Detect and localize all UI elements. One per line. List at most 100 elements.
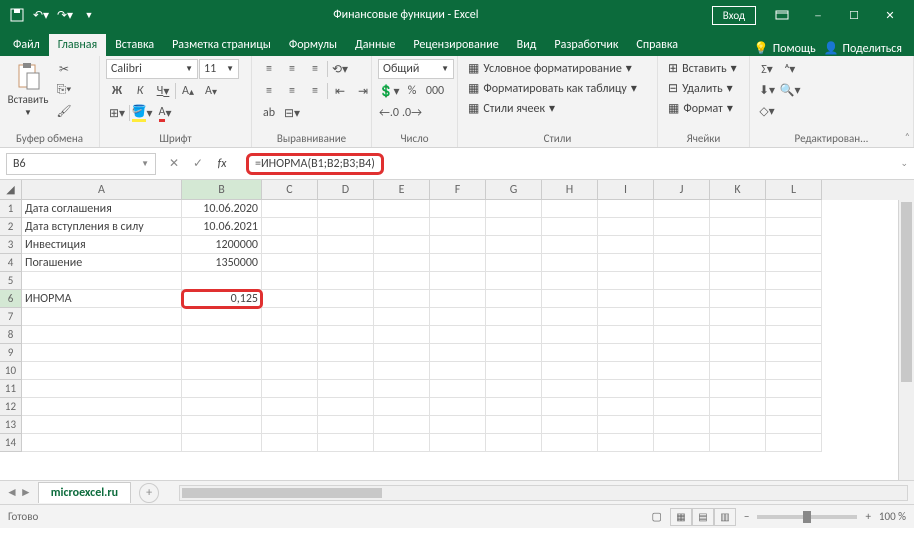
cell[interactable] bbox=[486, 200, 542, 218]
cell[interactable] bbox=[430, 200, 486, 218]
cell[interactable] bbox=[542, 344, 598, 362]
conditional-formatting-button[interactable]: ▦Условное форматирование▾ bbox=[464, 59, 636, 78]
minimize-button[interactable]: ─ bbox=[800, 0, 836, 30]
cell[interactable] bbox=[22, 398, 182, 416]
zoom-slider[interactable] bbox=[757, 515, 857, 519]
cell[interactable] bbox=[710, 308, 766, 326]
align-right-button[interactable]: ≡ bbox=[304, 81, 326, 101]
row-header[interactable]: 13 bbox=[0, 416, 22, 434]
fill-button[interactable]: ⬇▾ bbox=[756, 80, 778, 100]
cell[interactable] bbox=[710, 272, 766, 290]
col-header-K[interactable]: K bbox=[710, 180, 766, 200]
cell[interactable] bbox=[766, 344, 822, 362]
col-header-C[interactable]: C bbox=[262, 180, 318, 200]
cell[interactable] bbox=[430, 344, 486, 362]
cell[interactable] bbox=[654, 434, 710, 452]
cell[interactable] bbox=[542, 308, 598, 326]
zoom-out-button[interactable]: − bbox=[744, 510, 749, 523]
insert-cells-button[interactable]: ⊞Вставить▾ bbox=[664, 59, 741, 78]
cell[interactable] bbox=[374, 326, 430, 344]
cell[interactable] bbox=[262, 254, 318, 272]
cell[interactable] bbox=[542, 236, 598, 254]
zoom-level[interactable]: 100 % bbox=[879, 510, 906, 523]
cell[interactable] bbox=[318, 308, 374, 326]
name-box[interactable]: B6▼ bbox=[6, 153, 156, 175]
cell[interactable] bbox=[430, 308, 486, 326]
align-left-button[interactable]: ≡ bbox=[258, 81, 280, 101]
cell[interactable]: ИНОРМА bbox=[22, 290, 182, 308]
cell[interactable] bbox=[262, 416, 318, 434]
underline-button[interactable]: Ч▾ bbox=[152, 81, 174, 101]
cell[interactable]: 1350000 bbox=[182, 254, 262, 272]
tab-review[interactable]: Рецензирование bbox=[404, 34, 507, 56]
cell[interactable] bbox=[486, 290, 542, 308]
page-break-view-button[interactable]: ▥ bbox=[714, 508, 736, 526]
cell[interactable] bbox=[766, 236, 822, 254]
cell[interactable] bbox=[654, 254, 710, 272]
cell[interactable]: Погашение bbox=[22, 254, 182, 272]
cell[interactable] bbox=[598, 254, 654, 272]
cell[interactable] bbox=[710, 218, 766, 236]
add-sheet-button[interactable]: + bbox=[139, 483, 159, 503]
cell[interactable] bbox=[22, 326, 182, 344]
row-header[interactable]: 4 bbox=[0, 254, 22, 272]
row-header[interactable]: 9 bbox=[0, 344, 22, 362]
cell[interactable] bbox=[182, 434, 262, 452]
close-button[interactable]: ✕ bbox=[872, 0, 908, 30]
cell[interactable] bbox=[654, 326, 710, 344]
cell[interactable]: Дата вступления в силу bbox=[22, 218, 182, 236]
cell[interactable]: 0,125 bbox=[182, 290, 262, 308]
cell[interactable] bbox=[182, 344, 262, 362]
cell[interactable] bbox=[430, 290, 486, 308]
cell[interactable] bbox=[654, 218, 710, 236]
cell[interactable] bbox=[710, 326, 766, 344]
cell[interactable] bbox=[374, 416, 430, 434]
cell[interactable] bbox=[542, 434, 598, 452]
cell[interactable] bbox=[710, 254, 766, 272]
paste-button[interactable]: Вставить▼ bbox=[6, 59, 50, 120]
cell[interactable] bbox=[262, 290, 318, 308]
cell[interactable] bbox=[598, 200, 654, 218]
col-header-I[interactable]: I bbox=[598, 180, 654, 200]
cell[interactable] bbox=[486, 326, 542, 344]
cell[interactable] bbox=[318, 362, 374, 380]
cell[interactable] bbox=[262, 398, 318, 416]
zoom-in-button[interactable]: + bbox=[865, 510, 870, 523]
cell[interactable] bbox=[654, 308, 710, 326]
cell[interactable]: Инвестиция bbox=[22, 236, 182, 254]
cut-button[interactable]: ✂ bbox=[53, 59, 75, 79]
cell[interactable] bbox=[766, 272, 822, 290]
cell[interactable] bbox=[542, 290, 598, 308]
cell[interactable] bbox=[766, 254, 822, 272]
cell[interactable] bbox=[542, 200, 598, 218]
cell[interactable] bbox=[262, 200, 318, 218]
cell[interactable] bbox=[374, 272, 430, 290]
borders-button[interactable]: ⊞▾ bbox=[106, 103, 128, 123]
cell[interactable] bbox=[598, 272, 654, 290]
cell[interactable] bbox=[654, 416, 710, 434]
cell[interactable] bbox=[598, 362, 654, 380]
col-header-L[interactable]: L bbox=[766, 180, 822, 200]
fill-color-button[interactable]: 🪣▾ bbox=[131, 103, 153, 123]
cell[interactable] bbox=[318, 380, 374, 398]
cell[interactable] bbox=[542, 362, 598, 380]
tab-insert[interactable]: Вставка bbox=[106, 34, 163, 56]
wrap-text-button[interactable]: ab bbox=[258, 103, 280, 123]
cell[interactable] bbox=[374, 236, 430, 254]
cell[interactable] bbox=[766, 308, 822, 326]
cell[interactable] bbox=[486, 218, 542, 236]
cell[interactable] bbox=[542, 398, 598, 416]
font-size-select[interactable]: 11▼ bbox=[199, 59, 239, 79]
col-header-H[interactable]: H bbox=[542, 180, 598, 200]
cell[interactable] bbox=[598, 416, 654, 434]
italic-button[interactable]: К bbox=[129, 81, 151, 101]
cell[interactable] bbox=[22, 308, 182, 326]
copy-button[interactable]: ⎘▾ bbox=[53, 80, 75, 100]
cell[interactable] bbox=[710, 398, 766, 416]
comma-button[interactable]: 000 bbox=[424, 81, 446, 101]
row-header[interactable]: 7 bbox=[0, 308, 22, 326]
cell[interactable] bbox=[262, 362, 318, 380]
cell[interactable] bbox=[374, 200, 430, 218]
cell[interactable] bbox=[598, 344, 654, 362]
cell[interactable] bbox=[22, 416, 182, 434]
